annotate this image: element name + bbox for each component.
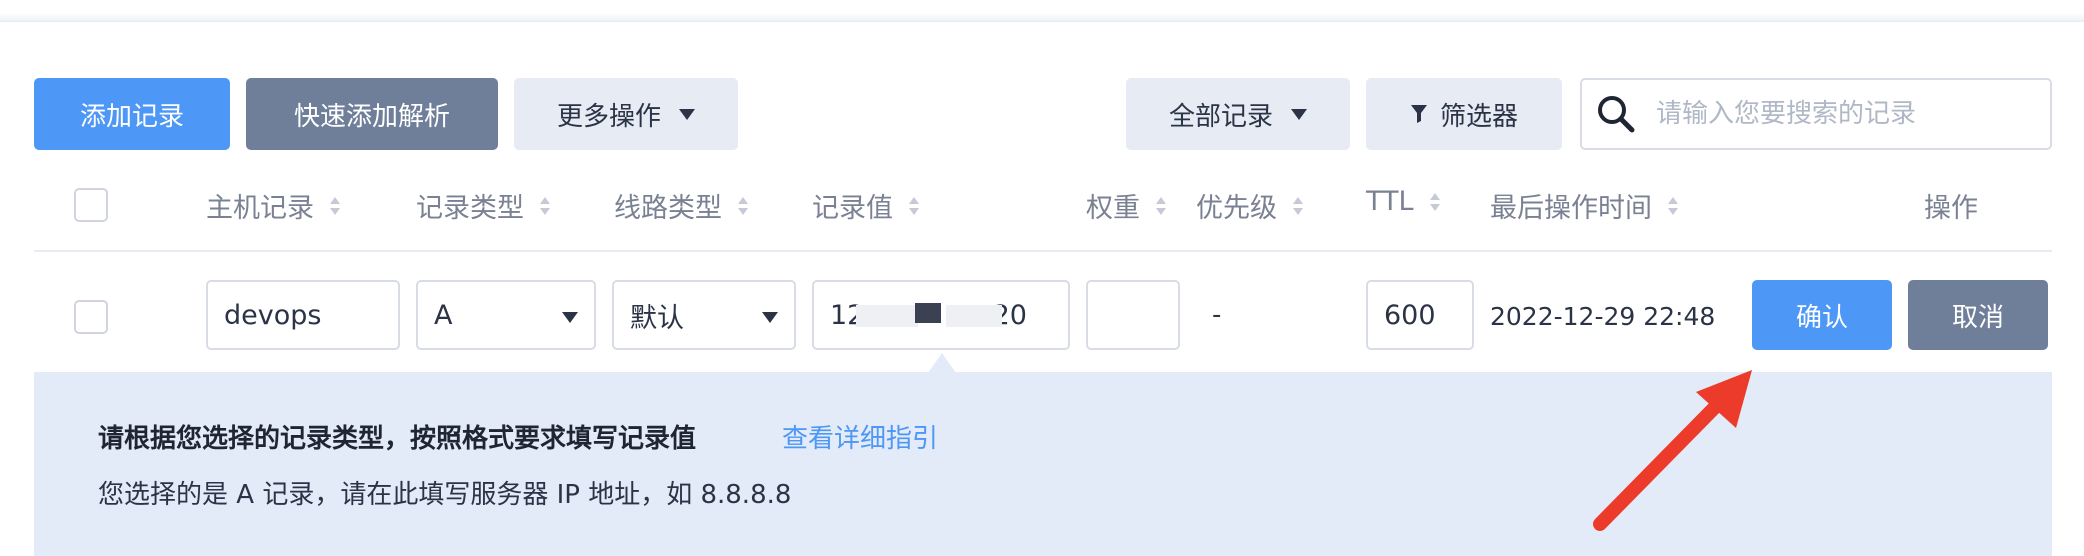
filter-label: 筛选器 [1439,101,1518,132]
redaction-block [915,303,941,323]
sort-icon[interactable] [909,196,919,215]
priority-value: - [1212,300,1222,330]
hint-pointer [928,353,956,373]
cancel-button[interactable]: 取消 [1908,280,2048,350]
all-records-label: 全部记录 [1168,101,1273,132]
line-type-select[interactable]: 默认 [612,280,796,350]
ttl-value: 600 [1384,299,1436,331]
filter-button[interactable]: 筛选器 [1366,78,1562,150]
view-guide-link[interactable]: 查看详细指引 [782,418,938,455]
more-actions-dropdown[interactable]: 更多操作 [514,78,738,150]
host-value: devops [224,299,322,331]
redaction-blur [946,305,1002,327]
column-host-label: 主机记录 [206,193,314,224]
confirm-button[interactable]: 确认 [1752,280,1892,350]
chevron-down-icon [1291,108,1307,120]
column-last-modified[interactable]: 最后操作时间 [1490,186,1678,225]
record-hint-panel [34,372,2052,556]
chevron-down-icon [562,312,578,323]
record-type-value: A [434,299,453,331]
column-priority[interactable]: 优先级 [1196,186,1303,225]
column-line[interactable]: 线路类型 [614,186,748,225]
hint-detail: 您选择的是 A 记录，请在此填写服务器 IP 地址，如 8.8.8.8 [98,480,792,510]
column-type[interactable]: 记录类型 [416,186,550,225]
more-actions-label: 更多操作 [556,101,661,132]
hint-title: 请根据您选择的记录类型，按照格式要求填写记录值 [98,424,697,454]
weight-field[interactable] [1086,280,1180,350]
add-record-button[interactable]: 添加记录 [34,78,230,150]
sort-icon[interactable] [330,196,340,215]
column-type-label: 记录类型 [416,193,524,224]
all-records-dropdown[interactable]: 全部记录 [1126,78,1350,150]
sort-icon[interactable] [540,196,550,215]
header-divider [34,250,2052,252]
column-actions: 操作 [1924,186,1978,225]
page-top-bar [0,0,2084,22]
column-last-modified-label: 最后操作时间 [1490,193,1652,224]
row-checkbox[interactable] [74,300,108,334]
sort-icon[interactable] [1293,196,1303,215]
column-ttl-label: TTL [1366,186,1414,217]
column-weight[interactable]: 权重 [1086,186,1166,225]
quick-add-button[interactable]: 快速添加解析 [246,78,498,150]
line-type-value: 默认 [630,302,684,334]
column-value[interactable]: 记录值 [812,186,919,225]
column-ttl[interactable]: TTL [1366,186,1440,217]
column-weight-label: 权重 [1086,193,1140,224]
column-host[interactable]: 主机记录 [206,186,340,225]
column-line-label: 线路类型 [614,193,722,224]
sort-icon[interactable] [1668,196,1678,215]
search-box[interactable] [1580,78,2052,150]
column-actions-label: 操作 [1924,193,1978,224]
chevron-down-icon [762,312,778,323]
column-priority-label: 优先级 [1196,193,1277,224]
last-modified-value: 2022-12-29 22:48 [1490,302,1716,331]
host-field[interactable]: devops [206,280,400,350]
sort-icon[interactable] [1429,192,1440,211]
column-value-label: 记录值 [812,193,893,224]
filter-icon [1410,105,1427,123]
sort-icon[interactable] [738,196,748,215]
record-value-field[interactable]: 12 .20 [812,280,1070,350]
ttl-field[interactable]: 600 [1366,280,1474,350]
chevron-down-icon [679,108,695,120]
search-input[interactable] [1656,99,2036,129]
redaction-blur [856,305,918,327]
select-all-checkbox[interactable] [74,188,108,222]
sort-icon[interactable] [1156,196,1166,215]
search-icon [1598,96,1635,133]
record-type-select[interactable]: A [416,280,596,350]
